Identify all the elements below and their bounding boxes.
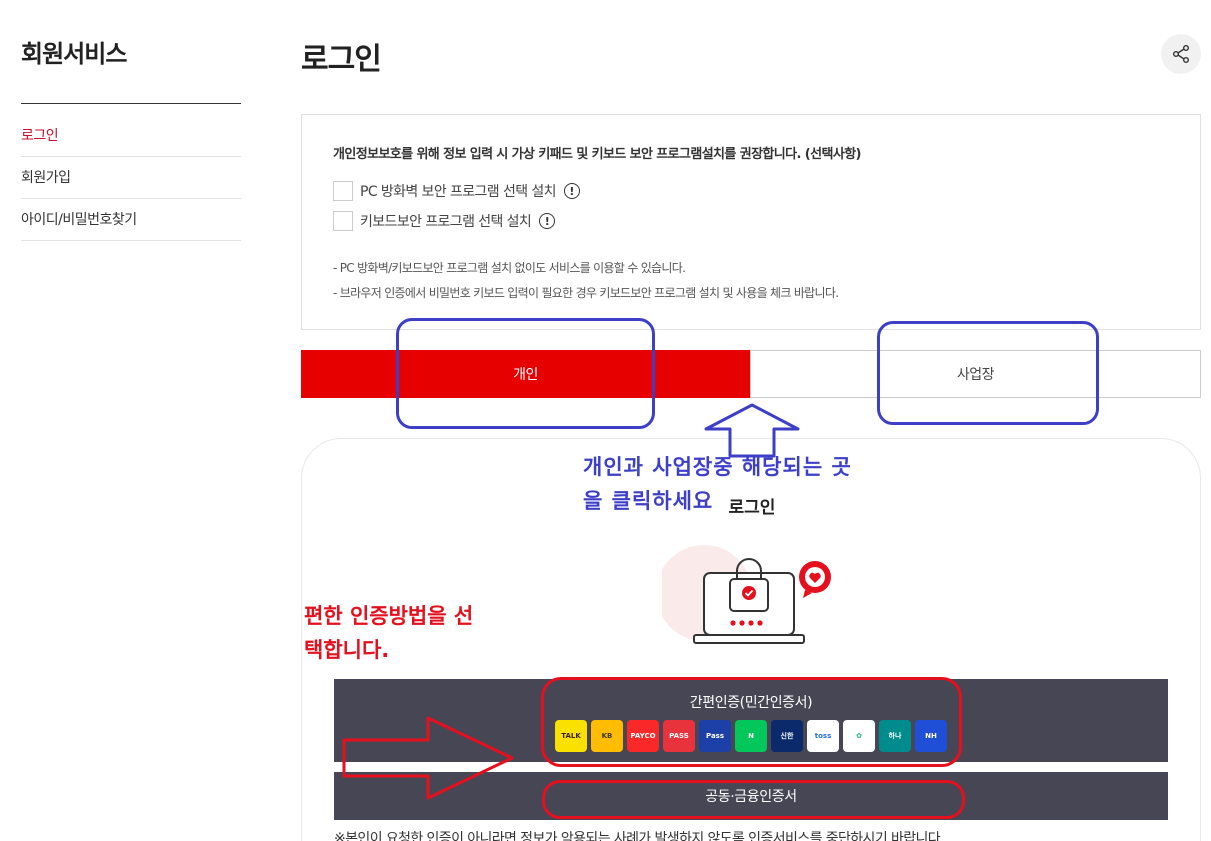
- tab-business[interactable]: 사업장: [750, 350, 1201, 398]
- page-title: 로그인: [301, 42, 382, 77]
- annotation-instruction-method: 편한 인증방법을 선 택합니다.: [304, 600, 473, 667]
- joint-financial-cert-button[interactable]: 공동·금융인증서: [334, 772, 1168, 820]
- laptop-lock-illustration: [662, 545, 831, 644]
- simple-auth-button[interactable]: 간편인증(민간인증서) TALK KB PAYCO PASS Pass N 신한 toss ✿ 하…: [334, 679, 1168, 762]
- hana-icon: 하나: [879, 720, 911, 752]
- kakao-talk-icon: TALK: [555, 720, 587, 752]
- security-warning-note: ※본인이 요청한 인증이 아니라면 정보가 악용되는 사례가 발생하지 않도록 …: [334, 831, 945, 841]
- notice-note: - PC 방화벽/키보드보안 프로그램 설치 없이도 서비스를 이용할 수 있습…: [333, 261, 686, 275]
- firewall-checkbox[interactable]: [333, 181, 353, 201]
- option-keyboard-row: 키보드보안 프로그램 선택 설치 !: [333, 211, 556, 231]
- pass-icon: PASS: [663, 720, 695, 752]
- notice-note: - 브라우저 인증에서 비밀번호 키보드 입력이 필요한 경우 키보드보안 프로…: [333, 286, 839, 300]
- sidebar-menu: 로그인 회원가입 아이디/비밀번호찾기: [21, 115, 241, 241]
- annotation-instruction-tab: 개인과 사업장중 해당되는 곳 을 클릭하세요: [583, 451, 852, 518]
- option-firewall-row: PC 방화벽 보안 프로그램 선택 설치 !: [333, 181, 580, 201]
- sidebar-divider: [21, 103, 241, 104]
- simple-auth-label: 간편인증(민간인증서): [689, 695, 813, 711]
- cert-label: 공동·금융인증서: [705, 789, 797, 805]
- nh-icon: NH: [915, 720, 947, 752]
- sidebar-item-signup[interactable]: 회원가입: [21, 157, 241, 199]
- payco-icon: PAYCO: [627, 720, 659, 752]
- member-type-tabs: 개인 사업장: [301, 350, 1201, 398]
- sidebar-item-login[interactable]: 로그인: [21, 115, 241, 157]
- toss-icon: toss: [807, 720, 839, 752]
- annotation-text-line: 편한 인증방법을 선: [304, 604, 474, 628]
- tab-personal[interactable]: 개인: [301, 350, 750, 398]
- keyboard-security-checkbox-label[interactable]: 키보드보안 프로그램 선택 설치: [360, 211, 532, 231]
- provider-icon-row: TALK KB PAYCO PASS Pass N 신한 toss ✿ 하나 NH: [555, 720, 947, 752]
- annotation-text-line: 개인과 사업장중 해당되는 곳: [583, 455, 852, 479]
- share-icon: [1173, 45, 1189, 63]
- naver-icon: N: [735, 720, 767, 752]
- kftc-icon: ✿: [843, 720, 875, 752]
- annotation-text-line: 을 클릭하세요: [583, 488, 714, 513]
- sidebar-title: 회원서비스: [21, 40, 127, 68]
- samsung-pass-icon: Pass: [699, 720, 731, 752]
- security-notice: 개인정보보호를 위해 정보 입력 시 가상 키패드 및 키보드 보안 프로그램설…: [301, 114, 1201, 330]
- info-icon[interactable]: !: [563, 183, 580, 199]
- info-icon[interactable]: !: [539, 213, 556, 229]
- notice-text: 개인정보보호를 위해 정보 입력 시 가상 키패드 및 키보드 보안 프로그램설…: [333, 147, 862, 162]
- firewall-checkbox-label[interactable]: PC 방화벽 보안 프로그램 선택 설치: [360, 181, 557, 201]
- keyboard-security-checkbox[interactable]: [333, 211, 353, 231]
- annotation-text-line: 택합니다.: [304, 637, 390, 662]
- share-button[interactable]: [1161, 34, 1201, 74]
- shinhan-icon: 신한: [771, 720, 803, 752]
- kb-icon: KB: [591, 720, 623, 752]
- sidebar-item-find-id-password[interactable]: 아이디/비밀번호찾기: [21, 199, 241, 241]
